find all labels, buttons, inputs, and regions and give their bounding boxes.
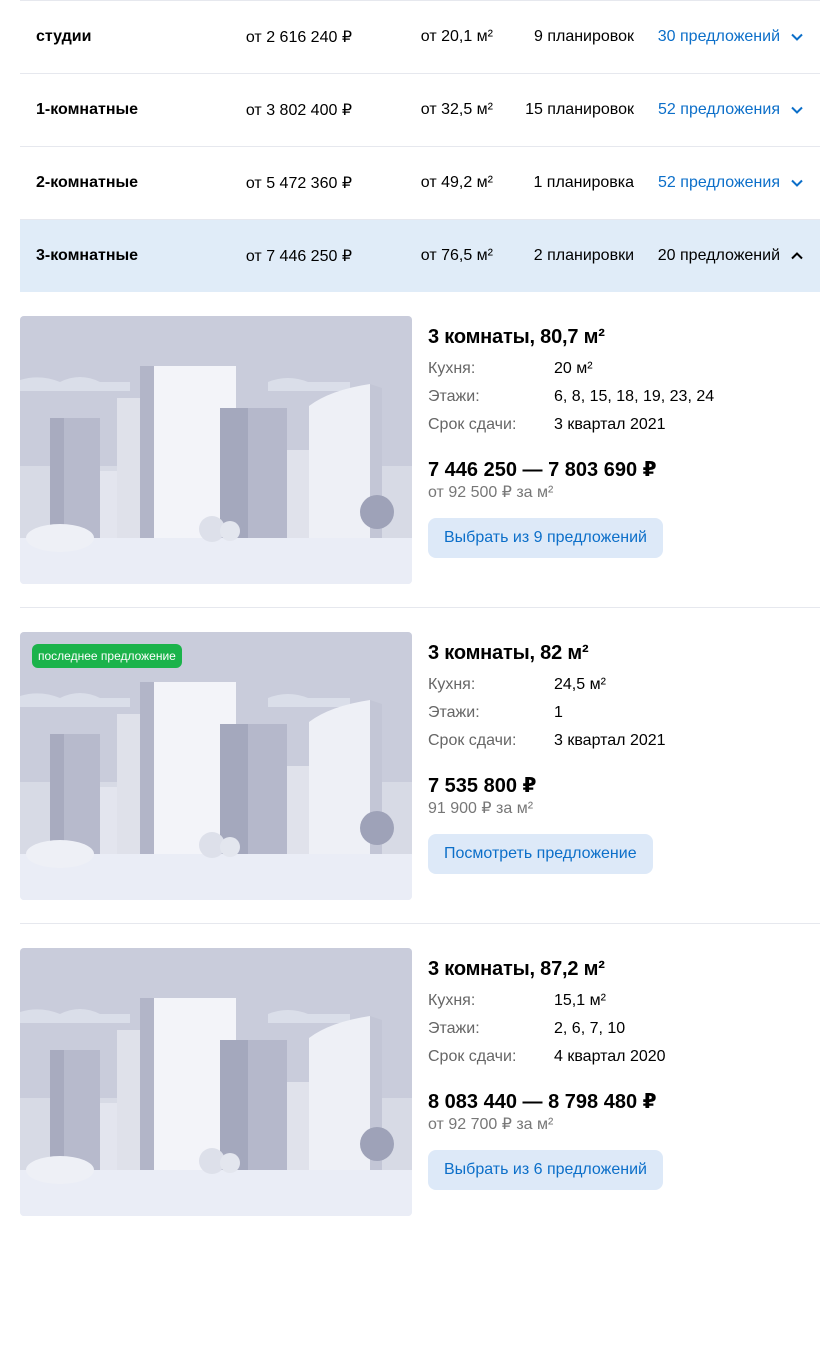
row-offers-link[interactable]: 20 предложений: [658, 247, 780, 265]
row-area: от 49,2 м²: [420, 174, 493, 191]
row-name: 2-комнатные: [36, 174, 139, 191]
plan-card: 3 комнаты, 80,7 м² Кухня: 20 м² Этажи: 6, …: [20, 292, 820, 608]
plan-card: последнее предложение 3 комнаты, 82 м² К…: [20, 608, 820, 924]
choose-offers-button[interactable]: Выбрать из 6 предложений: [428, 1150, 663, 1190]
kitchen-label: Кухня:: [428, 360, 476, 377]
deadline-value: 4 квартал 2020: [554, 1048, 666, 1065]
kitchen-label: Кухня:: [428, 992, 476, 1009]
kitchen-value: 24,5 м²: [554, 676, 606, 693]
deadline-label: Срок сдачи:: [428, 416, 517, 433]
deadline-label: Срок сдачи:: [428, 732, 517, 749]
view-offer-button[interactable]: Посмотреть предложение: [428, 834, 653, 874]
deadline-value: 3 квартал 2021: [554, 416, 666, 433]
price-range: 7 535 800 ₽: [428, 775, 537, 797]
plan-title[interactable]: 3 комнаты, 87,2 м²: [428, 955, 820, 983]
price-per-meter: 91 900 ₽ за м²: [428, 800, 534, 817]
plan-title[interactable]: 3 комнаты, 80,7 м²: [428, 323, 820, 351]
plan-image-placeholder[interactable]: [20, 948, 412, 1216]
plan-card: 3 комнаты, 87,2 м² Кухня: 15,1 м² Этажи: 2…: [20, 924, 820, 1240]
deadline-label: Срок сдачи:: [428, 1048, 517, 1065]
row-offers-link[interactable]: 30 предложений: [658, 28, 780, 46]
row-name: 3-комнатные: [36, 247, 139, 264]
plan-info: 3 комнаты, 82 м² Кухня: 24,5 м² Этажи: 1 С…: [428, 632, 820, 874]
price-per-meter: от 92 700 ₽ за м²: [428, 1116, 554, 1133]
last-offer-badge: последнее предложение: [32, 644, 182, 668]
plan-info: 3 комнаты, 80,7 м² Кухня: 20 м² Этажи: 6, …: [428, 316, 820, 558]
row-area: от 20,1 м²: [420, 28, 493, 45]
row-plans: 9 планировок: [533, 28, 634, 45]
row-price: от 5 472 360 ₽: [245, 175, 352, 192]
chevron-down-icon[interactable]: [790, 176, 804, 190]
chevron-up-icon[interactable]: [790, 249, 804, 263]
row-name: 1-комнатные: [36, 101, 139, 118]
row-area: от 32,5 м²: [420, 101, 493, 118]
plan-properties: Кухня: 15,1 м² Этажи: 2, 6, 7, 10 Срок сда…: [428, 987, 820, 1071]
row-price: от 2 616 240 ₽: [245, 29, 352, 46]
kitchen-value: 15,1 м²: [554, 992, 606, 1009]
plan-title[interactable]: 3 комнаты, 82 м²: [428, 639, 820, 667]
kitchen-label: Кухня:: [428, 676, 476, 693]
chevron-down-icon[interactable]: [790, 103, 804, 117]
floors-label: Этажи:: [428, 704, 480, 721]
price-per-meter: от 92 500 ₽ за м²: [428, 484, 554, 501]
choose-offers-button[interactable]: Выбрать из 9 предложений: [428, 518, 663, 558]
row-3-room[interactable]: 3-комнатные от 7 446 250 ₽ от 76,5 м² 2 …: [20, 220, 820, 292]
kitchen-value: 20 м²: [554, 360, 593, 377]
plan-properties: Кухня: 24,5 м² Этажи: 1 Срок сдачи: 3 кварт…: [428, 671, 820, 755]
apartment-list: студии от 2 616 240 ₽ от 20,1 м² 9 плани…: [20, 0, 820, 1240]
price-range: 7 446 250 — 7 803 690 ₽: [428, 459, 657, 481]
plan-properties: Кухня: 20 м² Этажи: 6, 8, 15, 18, 19, 23, …: [428, 355, 820, 439]
plan-image-placeholder[interactable]: [20, 316, 412, 584]
floors-label: Этажи:: [428, 1020, 480, 1037]
row-2-room[interactable]: 2-комнатные от 5 472 360 ₽ от 49,2 м² 1 …: [20, 147, 820, 220]
row-offers-link[interactable]: 52 предложения: [658, 174, 780, 192]
row-plans: 2 планировки: [533, 247, 634, 264]
price-range: 8 083 440 — 8 798 480 ₽: [428, 1091, 657, 1113]
floors-value: 1: [554, 704, 563, 721]
row-offers-link[interactable]: 52 предложения: [658, 101, 780, 119]
plan-image-placeholder[interactable]: последнее предложение: [20, 632, 412, 900]
row-price: от 3 802 400 ₽: [245, 102, 352, 119]
room-type-table: студии от 2 616 240 ₽ от 20,1 м² 9 плани…: [20, 0, 820, 292]
row-studio[interactable]: студии от 2 616 240 ₽ от 20,1 м² 9 плани…: [20, 1, 820, 74]
floors-value: 6, 8, 15, 18, 19, 23, 24: [554, 388, 715, 405]
row-plans: 1 планировка: [533, 174, 634, 191]
plan-info: 3 комнаты, 87,2 м² Кухня: 15,1 м² Этажи: 2…: [428, 948, 820, 1190]
floors-label: Этажи:: [428, 388, 480, 405]
row-1-room[interactable]: 1-комнатные от 3 802 400 ₽ от 32,5 м² 15…: [20, 74, 820, 147]
row-plans: 15 планировок: [525, 101, 634, 118]
deadline-value: 3 квартал 2021: [554, 732, 666, 749]
chevron-down-icon[interactable]: [790, 30, 804, 44]
floors-value: 2, 6, 7, 10: [554, 1020, 626, 1037]
row-price: от 7 446 250 ₽: [245, 248, 352, 265]
row-name: студии: [36, 28, 92, 45]
row-area: от 76,5 м²: [420, 247, 493, 264]
